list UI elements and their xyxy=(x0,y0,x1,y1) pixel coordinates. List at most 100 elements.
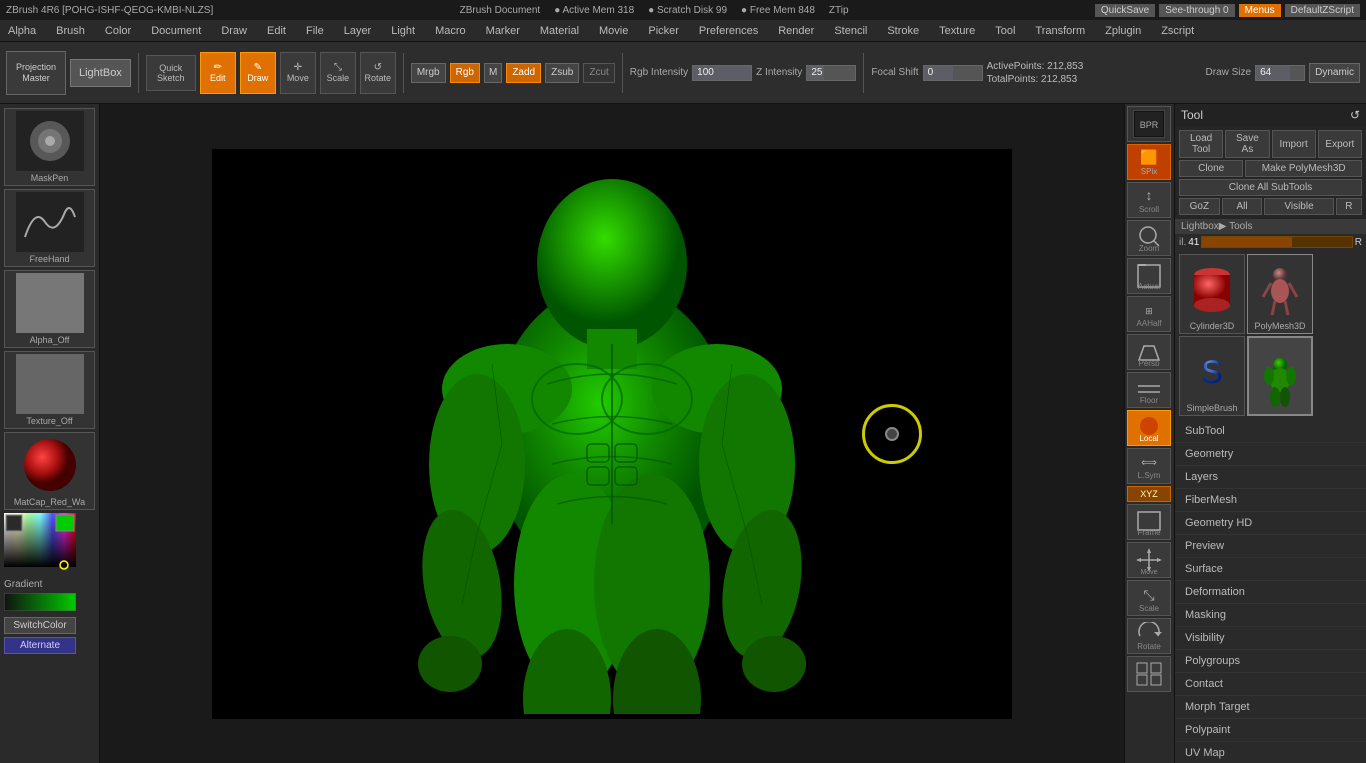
zsub-button[interactable]: Zsub xyxy=(545,63,579,83)
save-as-button[interactable]: Save As xyxy=(1225,130,1269,158)
draw-button[interactable]: ✎ Draw xyxy=(240,52,276,94)
rgb-button[interactable]: Rgb xyxy=(450,63,480,83)
local-button[interactable]: Local xyxy=(1127,410,1171,446)
menu-alpha[interactable]: Alpha xyxy=(4,23,40,39)
menu-fibermesh[interactable]: FiberMesh xyxy=(1175,489,1366,512)
menu-brush[interactable]: Brush xyxy=(52,23,89,39)
menu-zscript[interactable]: Zscript xyxy=(1157,23,1198,39)
menu-picker[interactable]: Picker xyxy=(644,23,683,39)
see-through-button[interactable]: See-through 0 xyxy=(1159,4,1234,17)
zadd-button[interactable]: Zadd xyxy=(506,63,541,83)
load-tool-button[interactable]: Load Tool xyxy=(1179,130,1223,158)
menu-layers[interactable]: Layers xyxy=(1175,466,1366,489)
lsym-button[interactable]: ⟺L.Sym xyxy=(1127,448,1171,484)
polymesh3d-thumb[interactable]: PolyMesh3D xyxy=(1247,254,1313,334)
menu-contact[interactable]: Contact xyxy=(1175,673,1366,696)
menus-button[interactable]: Menus xyxy=(1239,4,1281,17)
menu-material[interactable]: Material xyxy=(536,23,583,39)
xyz-button[interactable]: XYZ xyxy=(1127,486,1171,502)
quick-sketch-button[interactable]: QuickSketch xyxy=(146,55,196,91)
menu-light[interactable]: Light xyxy=(387,23,419,39)
menu-preview[interactable]: Preview xyxy=(1175,535,1366,558)
zoom-button[interactable]: Zoom xyxy=(1127,220,1171,256)
import-button[interactable]: Import xyxy=(1272,130,1316,158)
dynamic-button[interactable]: Dynamic xyxy=(1309,63,1360,83)
menu-zplugin[interactable]: Zplugin xyxy=(1101,23,1145,39)
menu-render[interactable]: Render xyxy=(774,23,818,39)
menu-document[interactable]: Document xyxy=(147,23,205,39)
focal-shift-slider[interactable]: 0 xyxy=(923,65,983,81)
menu-morph-target[interactable]: Morph Target xyxy=(1175,696,1366,719)
menu-polygroups[interactable]: Polygroups xyxy=(1175,650,1366,673)
zcut-button[interactable]: Zcut xyxy=(583,63,614,83)
canvas-area[interactable] xyxy=(100,104,1124,763)
quick-save-button[interactable]: QuickSave xyxy=(1095,4,1155,17)
aahalf-button[interactable]: ⊞AAHalf xyxy=(1127,296,1171,332)
visible-button[interactable]: Visible xyxy=(1264,198,1333,215)
menu-stroke[interactable]: Stroke xyxy=(883,23,923,39)
sidebar-rotate-button[interactable]: Rotate xyxy=(1127,618,1171,654)
menu-stencil[interactable]: Stencil xyxy=(830,23,871,39)
bpr-button[interactable]: BPR xyxy=(1127,106,1171,142)
sidebar-move-button[interactable]: Move xyxy=(1127,542,1171,578)
menu-marker[interactable]: Marker xyxy=(482,23,524,39)
move-button[interactable]: ✛ Move xyxy=(280,52,316,94)
rgb-intensity-slider[interactable]: 100 xyxy=(692,65,752,81)
floor-button[interactable]: Floor xyxy=(1127,372,1171,408)
switch-color-button[interactable]: SwitchColor xyxy=(4,617,76,634)
m-button[interactable]: M xyxy=(484,63,502,83)
polyf-button[interactable] xyxy=(1127,656,1171,692)
clone-button[interactable]: Clone xyxy=(1179,160,1243,177)
il-r-button[interactable]: R xyxy=(1355,237,1362,248)
menu-geometry[interactable]: Geometry xyxy=(1175,443,1366,466)
persp-button[interactable]: Persp xyxy=(1127,334,1171,370)
clone-all-subtools-button[interactable]: Clone All SubTools xyxy=(1179,179,1362,196)
sidebar-scale-button[interactable]: ⤡Scale xyxy=(1127,580,1171,616)
current-mesh-thumb[interactable] xyxy=(1247,336,1313,416)
menu-texture[interactable]: Texture xyxy=(935,23,979,39)
projection-master-button[interactable]: ProjectionMaster xyxy=(6,51,66,95)
tool-refresh-icon[interactable]: ↺ xyxy=(1350,108,1360,122)
viewport[interactable] xyxy=(212,149,1012,719)
alternate-button[interactable]: Alternate xyxy=(4,637,76,654)
z-intensity-slider[interactable]: 25 xyxy=(806,65,856,81)
actual-button[interactable]: Actual xyxy=(1127,258,1171,294)
il-slider[interactable] xyxy=(1201,236,1352,248)
gradient-bar[interactable] xyxy=(4,593,95,614)
cylinder3d-thumb[interactable]: Cylinder3D xyxy=(1179,254,1245,334)
lightbox-button[interactable]: LightBox xyxy=(70,59,131,87)
spix-button[interactable]: 🟧 SPix xyxy=(1127,144,1171,180)
menu-color[interactable]: Color xyxy=(101,23,135,39)
menu-edit[interactable]: Edit xyxy=(263,23,290,39)
mrgb-button[interactable]: Mrgb xyxy=(411,63,446,83)
menu-movie[interactable]: Movie xyxy=(595,23,632,39)
menu-file[interactable]: File xyxy=(302,23,328,39)
menu-deformation[interactable]: Deformation xyxy=(1175,581,1366,604)
color-picker[interactable] xyxy=(4,513,76,576)
scale-button[interactable]: ⤡ Scale xyxy=(320,52,356,94)
menu-masking[interactable]: Masking xyxy=(1175,604,1366,627)
mask-pen-brush[interactable]: MaskPen xyxy=(4,108,95,186)
menu-preferences[interactable]: Preferences xyxy=(695,23,762,39)
alpha-selector[interactable]: Alpha_Off xyxy=(4,270,95,348)
menu-polypaint[interactable]: Polypaint xyxy=(1175,719,1366,742)
menu-draw[interactable]: Draw xyxy=(217,23,251,39)
simplebrush-thumb[interactable]: S SimpleBrush xyxy=(1179,336,1245,416)
menu-visibility[interactable]: Visibility xyxy=(1175,627,1366,650)
matcap-selector[interactable]: MatCap_Red_Wa xyxy=(4,432,95,510)
menu-surface[interactable]: Surface xyxy=(1175,558,1366,581)
menu-subtool[interactable]: SubTool xyxy=(1175,420,1366,443)
menu-uv-map[interactable]: UV Map xyxy=(1175,742,1366,763)
frame-button[interactable]: Frame xyxy=(1127,504,1171,540)
menu-macro[interactable]: Macro xyxy=(431,23,470,39)
freehand-brush[interactable]: FreeHand xyxy=(4,189,95,267)
menu-layer[interactable]: Layer xyxy=(340,23,376,39)
rotate-button[interactable]: ↺ Rotate xyxy=(360,52,396,94)
menu-geometry-hd[interactable]: Geometry HD xyxy=(1175,512,1366,535)
export-button[interactable]: Export xyxy=(1318,130,1362,158)
all-button[interactable]: All xyxy=(1222,198,1263,215)
texture-selector[interactable]: Texture_Off xyxy=(4,351,95,429)
r-button[interactable]: R xyxy=(1336,198,1362,215)
draw-size-slider[interactable]: 64 xyxy=(1255,65,1305,81)
goz-button[interactable]: GoZ xyxy=(1179,198,1220,215)
